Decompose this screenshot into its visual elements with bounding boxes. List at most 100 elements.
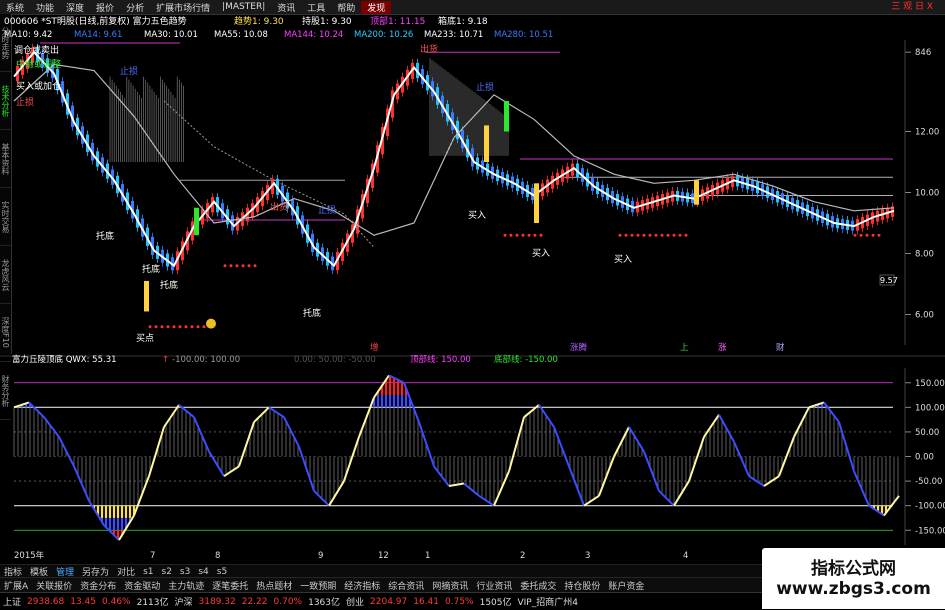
signal-dot-4-873 [871,233,875,237]
annotation-1: 中继或调整 [16,58,61,70]
coin-icon [206,318,216,329]
osc-series-seg-34 [523,404,540,418]
status-item-6: 3189.32 [198,596,236,607]
ma-legend-0: MA10: 9.42 [4,30,52,40]
annotation-5: 托底 [96,230,114,242]
indicator-tab-7[interactable]: s3 [176,567,194,577]
signal-dot-3-680 [678,233,682,237]
signal-dot-0-186 [184,325,188,329]
function-tab-1[interactable]: 关联报价 [32,579,76,592]
annotation-9: 买点 [136,333,154,344]
function-tab-7[interactable]: 一致预期 [296,579,340,592]
ma-legend-5: MA200: 10.26 [354,30,413,40]
osc-series-seg-46 [703,414,720,438]
header-line1-item-1: 趋势1: 9.30 [234,15,284,27]
header-line1-item-0: 000606 *ST明股(日线,前复权) 富力五色趋势 [4,15,187,27]
osc-series-seg-19 [298,446,315,492]
osc-series-seg-43 [658,490,675,507]
price-axis-label-1: 12.00 [915,128,939,138]
price-bottom-label-3: 涨 [718,342,727,353]
indicator-tab-5[interactable]: s1 [139,567,157,577]
watermark-url: www.zbgs3.com [776,579,931,599]
osc-x-label-3: 9 [318,551,323,561]
function-tab-6[interactable]: 热点题材 [252,579,296,592]
osc-series-seg-52 [793,406,810,438]
osc-x-label-8: 4 [683,551,688,561]
signal-dot-3-668 [666,233,670,237]
signal-dot-0-162 [160,325,164,329]
function-tab-11[interactable]: 行业资讯 [472,579,516,592]
header-line1-item-4: 箱底1: 9.18 [438,15,488,27]
function-tab-8[interactable]: 经济指标 [340,579,384,592]
signal-dot-2-529 [527,233,531,237]
price-axis-label-2: 10.00 [915,189,939,199]
indicator-tab-9[interactable]: s5 [213,567,231,577]
status-item-12: 16.41 [413,596,439,607]
function-tab-2[interactable]: 资金分布 [76,579,120,592]
function-tab-13[interactable]: 持仓股份 [560,579,604,592]
osc-series-seg-17 [268,406,285,419]
signal-dot-0-156 [154,325,158,329]
status-item-9: 1363亿 [308,598,340,608]
osc-axis-label-3: 0.00 [915,453,934,463]
signal-dot-3-662 [660,233,664,237]
signal-dot-4-867 [865,233,869,237]
ma-legend-3: MA55: 10.08 [214,30,268,40]
osc-series-seg-36 [553,426,570,467]
indicator-tab-8[interactable]: s4 [194,567,212,577]
signal-dot-2-541 [539,233,543,237]
indicator-tab-6[interactable]: s2 [158,567,176,577]
price-bottom-label-1: 涨腾 [570,342,588,353]
osc-series-seg-39 [598,456,615,497]
signal-dot-0-192 [190,325,194,329]
annotation-16: 买入 [614,254,632,265]
osc-legend-3: 0.00: 50.00: -50.00 [294,355,376,365]
signal-dot-2-535 [533,233,537,237]
osc-series-seg-51 [778,436,795,477]
signal-dot-3-686 [684,233,688,237]
watermark-title: 指标公式网 [811,559,896,579]
price-tag: 9.57 [880,276,898,285]
osc-series-seg-44 [673,480,690,507]
osc-legend-2: -100.00: 100.00 [172,355,240,365]
osc-x-label-6: 2 [520,551,525,561]
signal-dot-1-237 [235,264,239,268]
annotation-7: 托底 [160,279,178,291]
osc-legend-4: 顶部线: 150.00 [410,354,471,365]
status-item-14: 1505亿 [479,598,512,608]
function-tab-10[interactable]: 网摘资讯 [428,579,472,592]
osc-series-seg-21 [328,480,345,507]
price-bottom-label-4: 财 [776,342,785,353]
signal-dot-4-879 [877,233,881,237]
osc-x-label-2: 8 [215,551,220,561]
osc-series-seg-40 [613,426,630,457]
function-tab-14[interactable]: 账户资金 [604,579,648,592]
osc-series-seg-35 [538,404,555,428]
signal-dot-0-180 [178,325,182,329]
annotation-15: 买入 [532,248,550,259]
osc-series-seg-32 [493,470,510,507]
ma-legend-6: MA233: 10.71 [424,30,483,40]
ma-legend-1: MA14: 9.61 [74,30,122,40]
function-tab-3[interactable]: 资金驱动 [120,579,164,592]
osc-series-seg-16 [253,406,270,423]
signal-dot-0-198 [196,325,200,329]
signal-dot-0-204 [202,325,206,329]
osc-series-seg-27 [418,421,435,467]
osc-series-seg-41 [628,426,645,453]
signal-dot-2-505 [503,233,507,237]
status-item-0: 上证 [3,598,22,608]
signal-dot-2-511 [509,233,513,237]
signal-dot-3-638 [636,233,640,237]
osc-x-label-0: 2015年 [14,550,45,561]
osc-axis-label-5: -100.00 [915,502,945,512]
function-tab-4[interactable]: 主力轨迹 [164,579,208,592]
function-tab-9[interactable]: 综合资讯 [384,579,428,592]
osc-series-seg-55 [838,421,855,472]
signal-dot-3-626 [624,233,628,237]
function-tab-0[interactable]: 扩展A [0,579,32,592]
function-tab-5[interactable]: 逐笔委托 [208,579,252,592]
osc-axis-label-0: 150.00 [915,379,945,389]
function-tab-12[interactable]: 委托成交 [516,579,560,592]
ma-legend-7: MA280: 10.51 [494,30,553,40]
